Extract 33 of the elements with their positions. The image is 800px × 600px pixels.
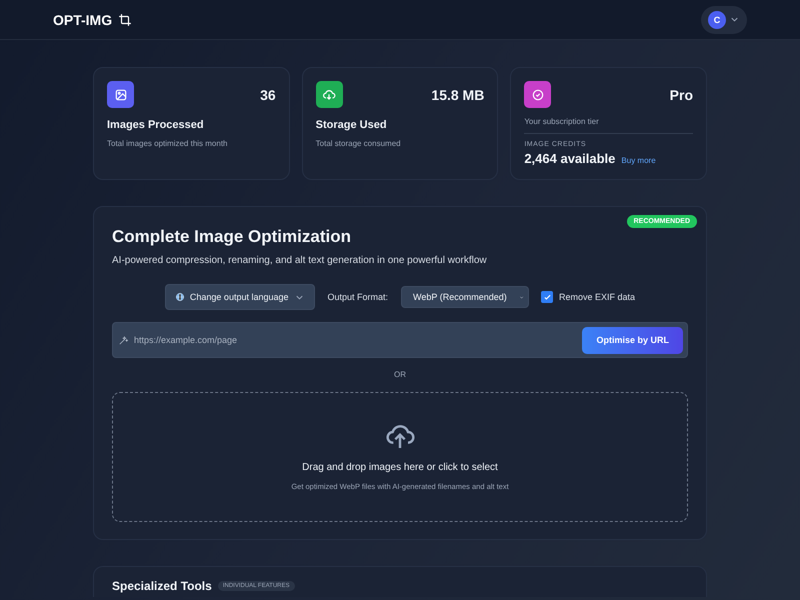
language-label: Change output language — [190, 292, 288, 302]
logo-text[interactable]: OPT-IMG — [53, 12, 112, 28]
exif-label: Remove EXIF data — [559, 292, 636, 302]
stat-value: 36 — [260, 86, 276, 102]
card-title: Complete Image Optimization — [112, 227, 352, 247]
cloud-download-icon — [322, 88, 336, 102]
url-input-field[interactable]: https://example.com/page — [129, 335, 582, 345]
stat-title: Storage Used — [316, 119, 388, 131]
stat-title: Images Processed — [107, 119, 205, 131]
exif-checkbox[interactable] — [541, 291, 554, 303]
user-menu-button[interactable]: C — [701, 6, 747, 34]
stat-caption: Total images optimized this month — [107, 139, 228, 148]
format-select[interactable]: WebP (Recommended) — [401, 286, 530, 308]
card-subtitle: AI-powered compression, renaming, and alt text generation in one powerful workflow — [112, 255, 488, 266]
or-divider-text: OR — [393, 370, 407, 379]
globe-icon — [174, 292, 185, 302]
avatar: C — [708, 10, 726, 28]
format-label: Output Format: — [328, 292, 388, 302]
wand-icon — [118, 334, 129, 346]
plan-caption: Your subscription tier — [524, 117, 600, 126]
section-title: Specialized Tools — [112, 579, 212, 593]
image-icon — [114, 88, 128, 102]
check-circle-icon — [530, 88, 545, 102]
buy-more-link[interactable]: Buy more — [621, 156, 656, 165]
stat-caption: Total storage consumed — [316, 139, 402, 148]
optimise-by-url-button[interactable]: Optimise by URL — [582, 326, 683, 354]
drop-title: Drag and drop images here or click to select — [302, 462, 498, 473]
check-icon — [542, 292, 552, 302]
crop-icon — [118, 12, 132, 26]
stat-value: 15.8 MB — [431, 86, 484, 102]
credits-count: 2,464 available — [524, 151, 616, 166]
stat-value: Pro — [670, 86, 693, 102]
language-button[interactable]: Change output language — [164, 284, 314, 310]
